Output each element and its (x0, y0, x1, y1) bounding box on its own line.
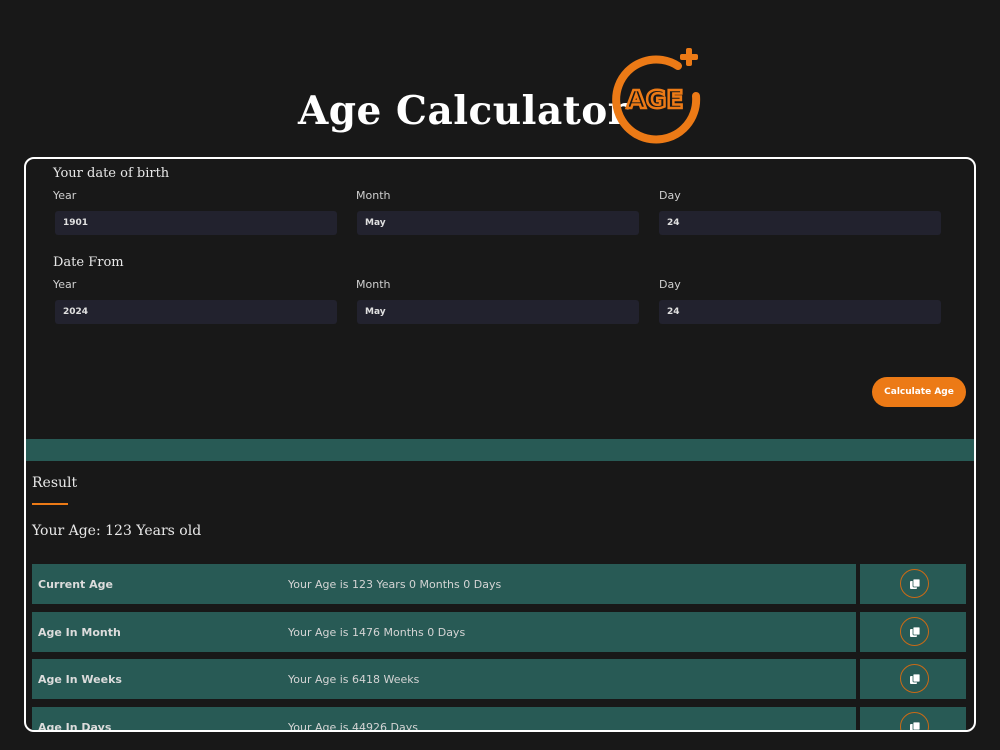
row-label: Age In Weeks (38, 672, 122, 686)
from-month-select[interactable]: May (357, 300, 639, 324)
calculate-age-button[interactable]: Calculate Age (872, 377, 966, 407)
from-day-label: Day (659, 278, 681, 291)
from-year-label: Year (53, 278, 77, 291)
result-row-current-age: Current Age Your Age is 123 Years 0 Mont… (32, 564, 966, 604)
calculator-card: Your date of birth Year Month Day 1901 M… (24, 157, 976, 732)
row-label: Age In Month (38, 625, 121, 639)
row-label: Age In Days (38, 720, 112, 732)
from-year-input[interactable]: 2024 (55, 300, 337, 324)
row-copy-cell (860, 612, 966, 652)
copy-icon (909, 626, 920, 637)
copy-icon (909, 673, 920, 684)
row-value: Your Age is 44926 Days (288, 720, 418, 732)
from-month-label: Month (356, 278, 391, 291)
row-value: Your Age is 1476 Months 0 Days (288, 625, 466, 639)
birth-day-input[interactable]: 24 (659, 211, 941, 235)
row-main: Age In Days Your Age is 44926 Days (32, 707, 856, 732)
result-row-age-in-month: Age In Month Your Age is 1476 Months 0 D… (32, 612, 966, 652)
divider-band (26, 439, 974, 461)
result-underline (32, 503, 68, 505)
row-copy-cell (860, 659, 966, 699)
row-copy-cell (860, 707, 966, 730)
logo-text: AGE (627, 85, 684, 114)
row-main: Age In Weeks Your Age is 6418 Weeks (32, 659, 856, 699)
result-row-age-in-days: Age In Days Your Age is 44926 Days (32, 707, 966, 732)
page-title: Age Calculator (298, 88, 629, 134)
copy-icon (909, 721, 920, 730)
birth-month-select[interactable]: May (357, 211, 639, 235)
birth-year-label: Year (53, 189, 77, 202)
row-main: Age In Month Your Age is 1476 Months 0 D… (32, 612, 856, 652)
birth-section-label: Your date of birth (53, 166, 170, 181)
age-plus-logo-icon: AGE (612, 48, 701, 144)
row-value: Your Age is 6418 Weeks (288, 672, 420, 686)
copy-button[interactable] (900, 712, 929, 730)
row-label: Current Age (38, 577, 113, 591)
copy-button[interactable] (900, 664, 929, 693)
birth-year-input[interactable]: 1901 (55, 211, 337, 235)
result-title: Result (32, 475, 78, 491)
result-row-age-in-weeks: Age In Weeks Your Age is 6418 Weeks (32, 659, 966, 699)
from-section-label: Date From (53, 255, 124, 270)
row-copy-cell (860, 564, 966, 604)
age-summary: Your Age: 123 Years old (32, 523, 202, 539)
birth-day-label: Day (659, 189, 681, 202)
copy-icon (909, 578, 920, 589)
birth-month-label: Month (356, 189, 391, 202)
from-day-input[interactable]: 24 (659, 300, 941, 324)
row-value: Your Age is 123 Years 0 Months 0 Days (288, 577, 502, 591)
row-main: Current Age Your Age is 123 Years 0 Mont… (32, 564, 856, 604)
copy-button[interactable] (900, 569, 929, 598)
app-header: Age Calculator AGE (0, 40, 1000, 150)
copy-button[interactable] (900, 617, 929, 646)
